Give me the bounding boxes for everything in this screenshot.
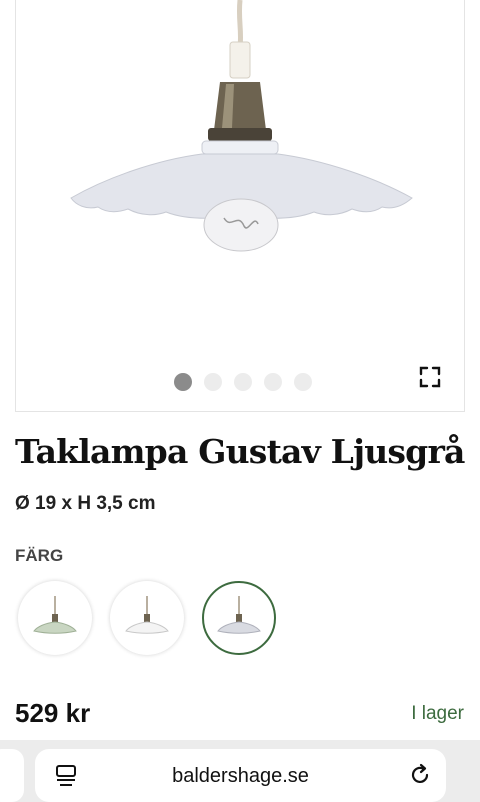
browser-toolbar: baldershage.se [0, 740, 480, 802]
product-title: Taklampa Gustav Ljusgrå [15, 432, 465, 471]
lamp-thumbnail-white [125, 596, 169, 634]
product-image[interactable] [16, 0, 466, 300]
swatch-sage-green[interactable] [18, 581, 92, 655]
gallery-dot[interactable] [234, 373, 252, 391]
color-swatches [18, 581, 276, 655]
gallery-dot[interactable] [174, 373, 192, 391]
stock-status: I lager [411, 703, 464, 724]
reload-icon[interactable] [408, 763, 432, 787]
color-label: FÄRG [15, 546, 64, 565]
gallery-dot[interactable] [204, 373, 222, 391]
swatch-white[interactable] [110, 581, 184, 655]
lamp-thumbnail-grey [217, 596, 261, 634]
product-price: 529 kr [15, 698, 91, 728]
gallery-pagination [174, 373, 312, 391]
gallery-dot[interactable] [264, 373, 282, 391]
fullscreen-icon[interactable] [419, 366, 441, 388]
swatch-light-grey[interactable] [202, 581, 276, 655]
gallery-dot[interactable] [294, 373, 312, 391]
url-text[interactable]: baldershage.se [35, 765, 446, 788]
address-bar[interactable]: baldershage.se [35, 749, 446, 802]
previous-tab[interactable] [0, 749, 24, 802]
product-gallery[interactable] [15, 0, 465, 412]
product-dimensions: Ø 19 x H 3,5 cm [15, 493, 156, 514]
lamp-thumbnail-green [33, 596, 77, 634]
